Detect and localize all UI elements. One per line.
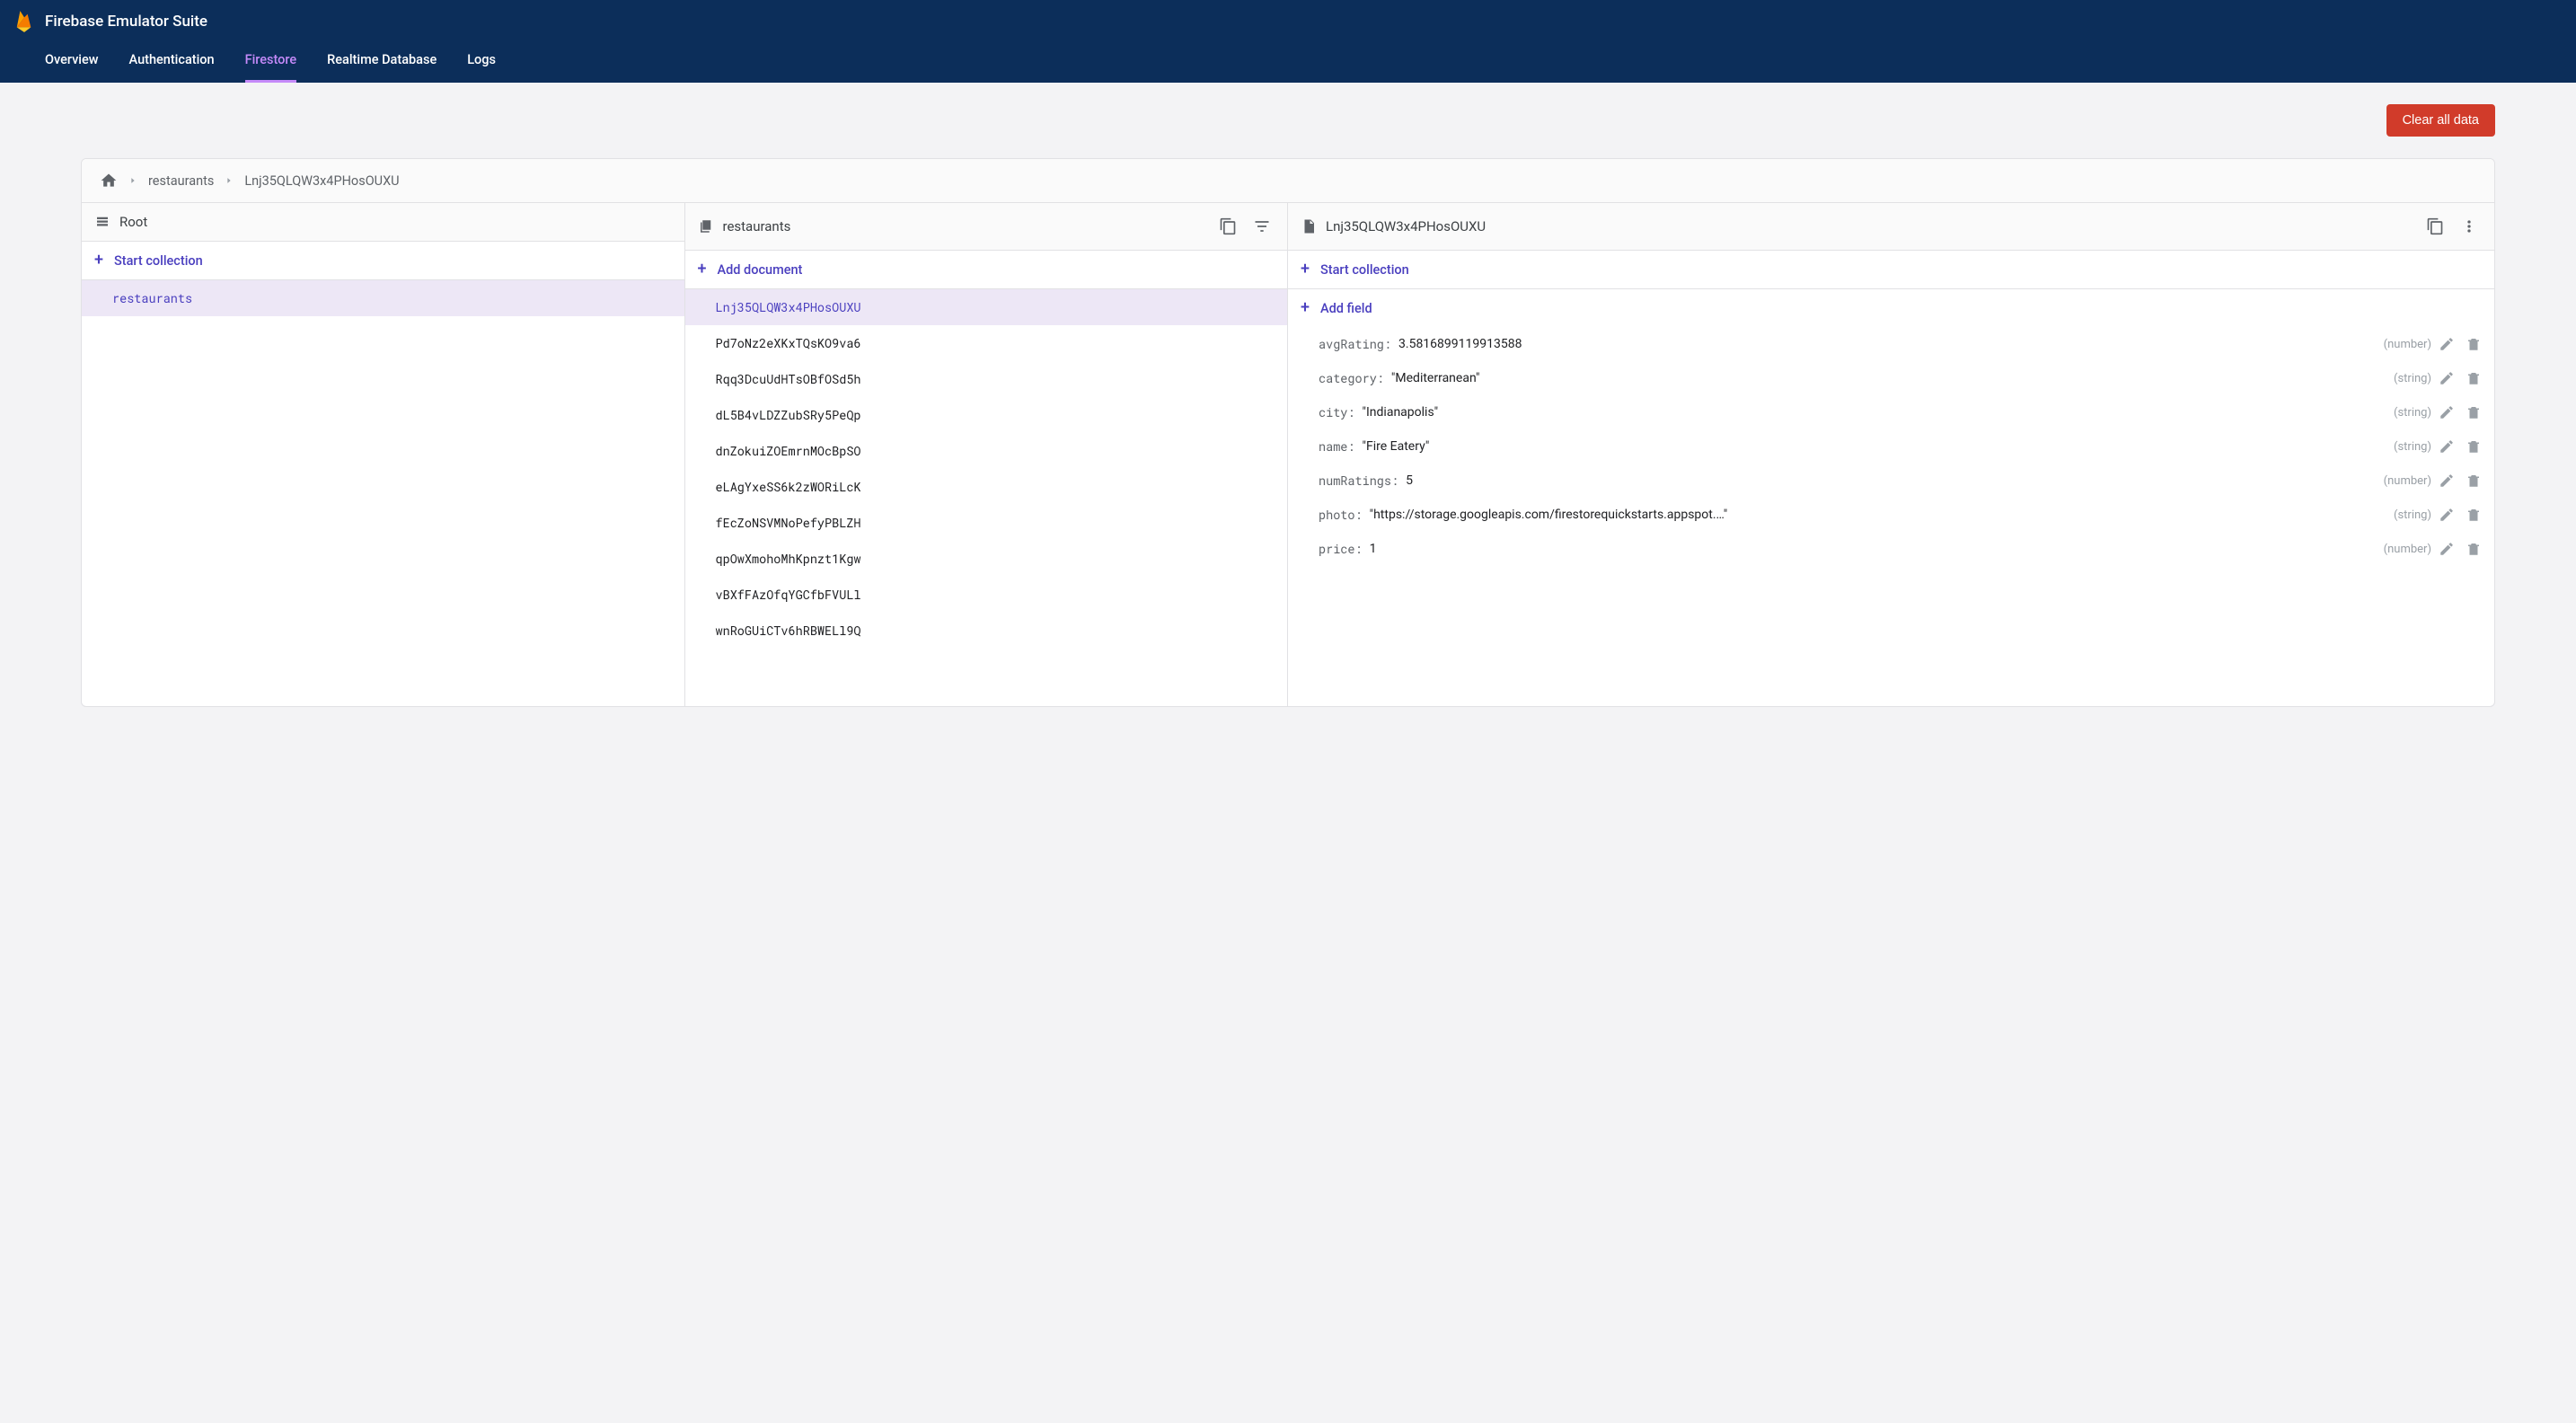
tab-realtime-database[interactable]: Realtime Database xyxy=(327,40,437,83)
field-type: (number) xyxy=(2384,543,2431,556)
field-row: avgRating: 3.5816899119913588 (number) xyxy=(1288,327,2494,361)
document-icon xyxy=(1301,218,1317,234)
more-vert-icon[interactable] xyxy=(2457,214,2482,239)
fields-column-title: Lnj35QLQW3x4PHosOUXU xyxy=(1326,218,2413,234)
field-type: (number) xyxy=(2384,338,2431,351)
field-type: (string) xyxy=(2394,440,2431,454)
delete-icon[interactable] xyxy=(2466,507,2482,523)
field-key: price: xyxy=(1319,541,1363,557)
field-type: (string) xyxy=(2394,508,2431,522)
tab-authentication[interactable]: Authentication xyxy=(129,40,215,83)
field-type: (string) xyxy=(2394,372,2431,385)
start-collection-button[interactable]: + Start collection xyxy=(1288,251,2494,289)
plus-icon: + xyxy=(94,252,103,269)
collection-icon xyxy=(698,218,714,234)
home-icon[interactable] xyxy=(100,172,118,190)
field-value: 3.5816899119913588 xyxy=(1398,337,2377,351)
copy-icon[interactable] xyxy=(2422,214,2448,239)
field-row: category: "Mediterranean" (string) xyxy=(1288,361,2494,395)
database-icon xyxy=(94,214,110,230)
tab-overview[interactable]: Overview xyxy=(45,40,99,83)
edit-icon[interactable] xyxy=(2439,370,2455,386)
edit-icon[interactable] xyxy=(2439,541,2455,557)
document-item[interactable]: dnZokuiZOEmrnMOcBpSO xyxy=(685,433,1288,469)
field-value: "Indianapolis" xyxy=(1363,405,2387,420)
document-item[interactable]: vBXfFAzOfqYGCfbFVULl xyxy=(685,577,1288,613)
field-type: (number) xyxy=(2384,474,2431,488)
document-item[interactable]: qpOwXmohoMhKpnzt1Kgw xyxy=(685,541,1288,577)
plus-icon: + xyxy=(1301,261,1310,278)
field-row: numRatings: 5 (number) xyxy=(1288,464,2494,498)
firestore-panel: restaurants Lnj35QLQW3x4PHosOUXU Root + … xyxy=(81,158,2495,707)
field-value: "Mediterranean" xyxy=(1391,371,2386,385)
firebase-logo-icon xyxy=(14,9,34,34)
chevron-right-icon xyxy=(128,176,137,185)
page-toolbar: Clear all data xyxy=(0,83,2576,137)
root-column-title: Root xyxy=(119,214,672,230)
field-key: city: xyxy=(1319,404,1355,420)
field-row: name: "Fire Eatery" (string) xyxy=(1288,429,2494,464)
collections-list: restaurants xyxy=(82,280,684,706)
document-item[interactable]: Lnj35QLQW3x4PHosOUXU xyxy=(685,289,1288,325)
edit-icon[interactable] xyxy=(2439,438,2455,455)
start-collection-label: Start collection xyxy=(114,253,203,269)
field-key: numRatings: xyxy=(1319,473,1398,489)
add-field-button[interactable]: + Add field xyxy=(1288,289,2494,327)
delete-icon[interactable] xyxy=(2466,336,2482,352)
fields-column: Lnj35QLQW3x4PHosOUXU + Start collection … xyxy=(1288,203,2494,706)
document-item[interactable]: Rqq3DcuUdHTsOBfOSd5h xyxy=(685,361,1288,397)
document-item[interactable]: fEcZoNSVMNoPefyPBLZH xyxy=(685,505,1288,541)
start-collection-label: Start collection xyxy=(1320,262,1409,278)
field-value: "https://storage.googleapis.com/firestor… xyxy=(1370,508,2386,522)
delete-icon[interactable] xyxy=(2466,541,2482,557)
edit-icon[interactable] xyxy=(2439,473,2455,489)
field-row: price: 1 (number) xyxy=(1288,532,2494,566)
nav-tabs: Overview Authentication Firestore Realtime … xyxy=(14,40,2562,83)
breadcrumb: restaurants Lnj35QLQW3x4PHosOUXU xyxy=(82,159,2494,203)
field-value: "Fire Eatery" xyxy=(1363,439,2387,454)
delete-icon[interactable] xyxy=(2466,370,2482,386)
field-key: avgRating: xyxy=(1319,336,1391,352)
document-item[interactable]: eLAgYxeSS6k2zWORiLcK xyxy=(685,469,1288,505)
field-value: 5 xyxy=(1406,473,2377,488)
documents-column-title: restaurants xyxy=(723,218,1207,234)
fields-list: avgRating: 3.5816899119913588 (number) cate… xyxy=(1288,327,2494,706)
documents-column: restaurants + Add document Lnj35QLQW3x4P… xyxy=(685,203,1289,706)
app-title: Firebase Emulator Suite xyxy=(45,13,207,31)
delete-icon[interactable] xyxy=(2466,404,2482,420)
tab-logs[interactable]: Logs xyxy=(467,40,496,83)
document-item[interactable]: dL5B4vLDZZubSRy5PeQp xyxy=(685,397,1288,433)
breadcrumb-document[interactable]: Lnj35QLQW3x4PHosOUXU xyxy=(244,173,399,189)
plus-icon: + xyxy=(698,261,707,278)
edit-icon[interactable] xyxy=(2439,507,2455,523)
collection-item[interactable]: restaurants xyxy=(82,280,684,316)
start-collection-button[interactable]: + Start collection xyxy=(82,242,684,280)
field-key: name: xyxy=(1319,438,1355,455)
document-item[interactable]: wnRoGUiCTv6hRBWELl9Q xyxy=(685,613,1288,649)
chevron-right-icon xyxy=(225,176,234,185)
breadcrumb-collection[interactable]: restaurants xyxy=(148,173,214,189)
copy-icon[interactable] xyxy=(1215,214,1240,239)
add-field-label: Add field xyxy=(1320,301,1372,316)
clear-all-data-button[interactable]: Clear all data xyxy=(2386,104,2495,137)
field-value: 1 xyxy=(1370,542,2377,556)
add-document-label: Add document xyxy=(718,262,803,278)
field-row: photo: "https://storage.googleapis.com/fi… xyxy=(1288,498,2494,532)
field-key: photo: xyxy=(1319,507,1363,523)
tab-firestore[interactable]: Firestore xyxy=(245,40,297,83)
edit-icon[interactable] xyxy=(2439,404,2455,420)
plus-icon: + xyxy=(1301,300,1310,316)
filter-icon[interactable] xyxy=(1249,214,1275,239)
field-row: city: "Indianapolis" (string) xyxy=(1288,395,2494,429)
edit-icon[interactable] xyxy=(2439,336,2455,352)
delete-icon[interactable] xyxy=(2466,438,2482,455)
app-header: Firebase Emulator Suite Overview Authenti… xyxy=(0,0,2576,83)
delete-icon[interactable] xyxy=(2466,473,2482,489)
field-type: (string) xyxy=(2394,406,2431,420)
add-document-button[interactable]: + Add document xyxy=(685,251,1288,289)
field-key: category: xyxy=(1319,370,1384,386)
document-item[interactable]: Pd7oNz2eXKxTQsKO9va6 xyxy=(685,325,1288,361)
documents-list: Lnj35QLQW3x4PHosOUXUPd7oNz2eXKxTQsKO9va6… xyxy=(685,289,1288,706)
root-column: Root + Start collection restaurants xyxy=(82,203,685,706)
